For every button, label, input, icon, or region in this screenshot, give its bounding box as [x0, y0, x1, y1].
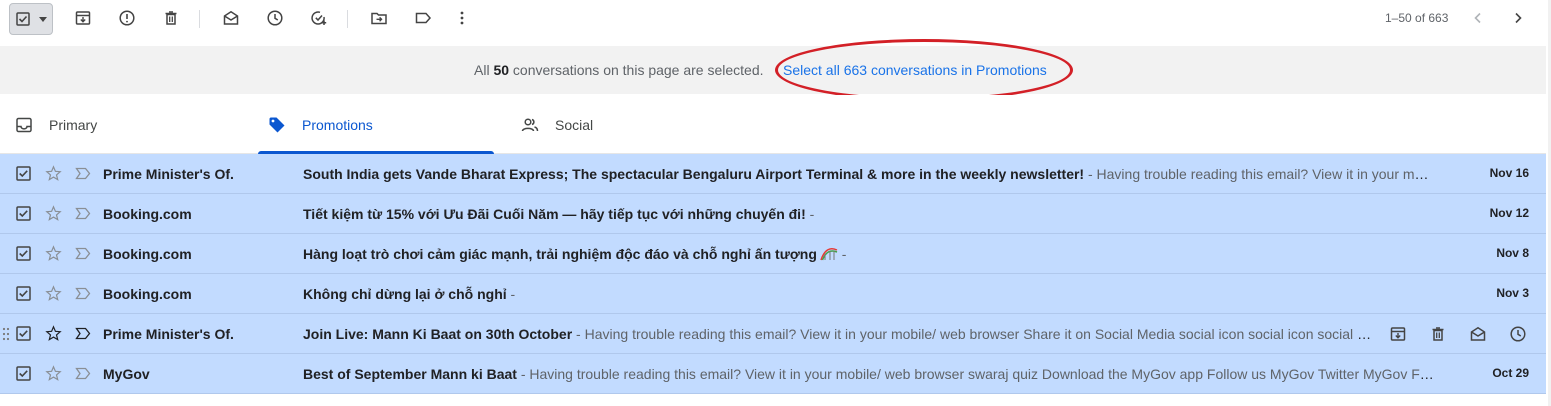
email-row[interactable]: MyGov Best of September Mann ki Baat - Ha… — [0, 354, 1546, 394]
tab-label: Promotions — [302, 116, 373, 133]
checkbox-checked-icon[interactable] — [16, 286, 31, 301]
checkbox-checked-icon[interactable] — [16, 166, 31, 181]
toolbar-divider — [199, 10, 200, 28]
important-marker-icon[interactable] — [75, 327, 91, 340]
important-marker-icon[interactable] — [75, 247, 91, 260]
email-row[interactable]: Booking.com Không chỉ dừng lại ở chỗ nghỉ… — [0, 274, 1546, 314]
pagination-count: 1–50 of 663 — [1385, 11, 1449, 25]
email-content: Join Live: Mann Ki Baat on 30th October … — [303, 326, 1373, 342]
newer-page-button[interactable] — [1468, 8, 1488, 28]
add-to-tasks-icon[interactable] — [309, 8, 329, 28]
tab-social[interactable]: Social — [521, 95, 593, 154]
email-content: Best of September Mann ki Baat - Having … — [303, 366, 1436, 382]
email-snippet: - Having trouble reading this email? Vie… — [516, 366, 1436, 382]
toolbar-divider — [347, 10, 348, 28]
email-date: Oct 29 — [1492, 366, 1529, 380]
important-marker-icon[interactable] — [75, 367, 91, 380]
important-marker-icon[interactable] — [75, 287, 91, 300]
email-subject: Hàng loạt trò chơi cảm giác mạnh, trải n… — [303, 246, 817, 262]
row-hover-actions — [1388, 324, 1528, 344]
checkbox-checked-icon[interactable] — [16, 246, 31, 261]
email-snippet: - Having trouble reading this email? Vie… — [1087, 166, 1436, 182]
people-icon — [521, 117, 539, 131]
select-all-button[interactable] — [9, 3, 53, 35]
email-snippet: - — [805, 206, 815, 222]
email-sender: Booking.com — [103, 286, 192, 302]
email-sender: MyGov — [103, 366, 150, 382]
highlight-annotation-oval — [775, 39, 1073, 101]
toolbar: 1–50 of 663 — [0, 0, 1551, 38]
star-icon[interactable] — [45, 325, 62, 342]
email-date: Nov 12 — [1489, 206, 1529, 220]
archive-icon[interactable] — [73, 8, 93, 28]
email-content: Tiết kiệm từ 15% với Ưu Đãi Cuối Năm — h… — [303, 206, 1436, 222]
mark-read-icon[interactable] — [221, 8, 241, 28]
tab-promotions[interactable]: Promotions — [268, 95, 373, 154]
email-content: South India gets Vande Bharat Express; T… — [303, 166, 1436, 182]
important-marker-icon[interactable] — [75, 207, 91, 220]
email-date: Nov 16 — [1489, 166, 1529, 180]
tab-primary[interactable]: Primary — [15, 95, 97, 154]
email-sender: Prime Minister's Of. — [103, 166, 234, 182]
star-icon[interactable] — [45, 205, 62, 222]
email-snippet: - — [837, 246, 847, 262]
selection-message: All 50 conversations on this page are se… — [474, 62, 764, 78]
row-archive-icon[interactable] — [1388, 324, 1408, 344]
report-spam-icon[interactable] — [117, 8, 137, 28]
chevron-left-icon — [1474, 12, 1481, 24]
move-to-icon[interactable] — [369, 8, 389, 28]
email-subject: Tiết kiệm từ 15% với Ưu Đãi Cuối Năm — h… — [303, 206, 806, 222]
email-list: Prime Minister's Of. South India gets Van… — [0, 154, 1546, 394]
chevron-right-icon — [1515, 12, 1522, 24]
delete-icon[interactable] — [161, 8, 181, 28]
checkbox-checked-icon[interactable] — [16, 206, 31, 221]
older-page-button[interactable] — [1508, 8, 1528, 28]
email-row[interactable]: Prime Minister's Of. South India gets Van… — [0, 154, 1546, 194]
row-delete-icon[interactable] — [1428, 324, 1448, 344]
email-row[interactable]: Booking.com Tiết kiệm từ 15% với Ưu Đãi C… — [0, 194, 1546, 234]
roller-coaster-icon — [820, 248, 838, 261]
selection-count: 50 — [493, 62, 510, 78]
star-icon[interactable] — [45, 285, 62, 302]
row-mark-read-icon[interactable] — [1468, 324, 1488, 344]
important-marker-icon[interactable] — [75, 167, 91, 180]
email-sender: Booking.com — [103, 206, 192, 222]
email-content: Hàng loạt trò chơi cảm giác mạnh, trải n… — [303, 246, 1436, 262]
email-subject: Join Live: Mann Ki Baat on 30th October — [303, 326, 573, 342]
checkbox-checked-icon[interactable] — [16, 326, 31, 341]
email-row[interactable]: Prime Minister's Of. Join Live: Mann Ki B… — [0, 314, 1546, 354]
email-sender: Booking.com — [103, 246, 192, 262]
email-subject: Không chỉ dừng lại ở chỗ nghỉ — [303, 286, 507, 302]
chevron-down-icon — [39, 17, 47, 22]
email-snippet: - — [506, 286, 516, 302]
email-date: Nov 8 — [1496, 246, 1529, 260]
tab-label: Primary — [49, 116, 98, 133]
star-icon[interactable] — [45, 365, 62, 382]
email-snippet: - Having trouble reading this email? Vie… — [572, 326, 1373, 342]
email-subject: South India gets Vande Bharat Express; T… — [303, 166, 1085, 182]
category-tabs: Primary Promotions Social — [0, 95, 1546, 154]
checkbox-checked-icon — [16, 12, 30, 26]
email-subject: Best of September Mann ki Baat — [303, 366, 517, 382]
star-icon[interactable] — [45, 245, 62, 262]
star-icon[interactable] — [45, 165, 62, 182]
email-sender: Prime Minister's Of. — [103, 326, 234, 342]
inbox-icon — [16, 117, 32, 132]
row-snooze-icon[interactable] — [1508, 324, 1528, 344]
checkbox-checked-icon[interactable] — [16, 366, 31, 381]
label-icon[interactable] — [413, 8, 433, 28]
snooze-icon[interactable] — [265, 8, 285, 28]
tab-label: Social — [555, 116, 594, 133]
email-date: Nov 3 — [1496, 286, 1529, 300]
selection-banner: All 50 conversations on this page are se… — [0, 39, 1546, 101]
drag-handle-icon[interactable] — [2, 327, 10, 341]
more-icon[interactable] — [452, 8, 472, 28]
tag-icon — [269, 117, 285, 132]
email-row[interactable]: Booking.com Hàng loạt trò chơi cảm giác m… — [0, 234, 1546, 274]
email-content: Không chỉ dừng lại ở chỗ nghỉ - — [303, 286, 1436, 302]
